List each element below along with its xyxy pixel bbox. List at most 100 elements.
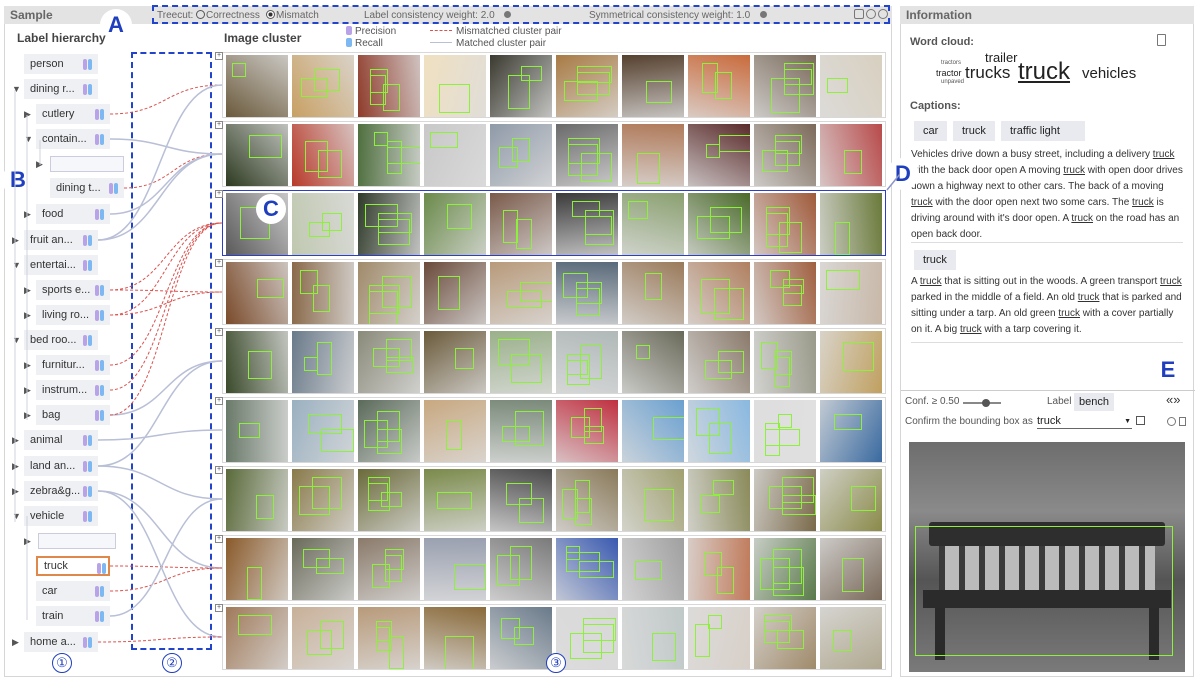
bounding-box[interactable] [702, 63, 718, 93]
expand-row-icon[interactable]: + [215, 535, 223, 543]
settings-icon[interactable] [878, 9, 888, 19]
bounding-box[interactable] [374, 132, 388, 146]
cluster-image[interactable] [688, 538, 750, 600]
tree-node[interactable]: truck [36, 556, 110, 576]
cluster-image[interactable] [490, 469, 552, 531]
bounding-box[interactable] [317, 342, 332, 375]
cluster-image[interactable] [292, 607, 354, 669]
bounding-box[interactable] [368, 483, 388, 501]
cluster-image[interactable] [490, 124, 552, 186]
bounding-box[interactable] [256, 495, 274, 519]
tree-node[interactable]: contain... [36, 129, 110, 149]
bounding-box[interactable] [257, 279, 284, 298]
expand-row-icon[interactable]: + [215, 190, 223, 198]
tree-node[interactable]: bed roo... [24, 330, 98, 350]
confirm-select[interactable]: truck ▼ [1037, 414, 1132, 429]
cluster-image[interactable] [424, 469, 486, 531]
trash-icon[interactable] [1179, 417, 1186, 426]
collapsed-group-node[interactable] [38, 533, 116, 549]
bounding-box[interactable] [520, 282, 552, 302]
cluster-image[interactable] [688, 124, 750, 186]
bounding-box[interactable] [653, 417, 684, 440]
cluster-image[interactable] [424, 55, 486, 117]
trash-icon[interactable] [1157, 34, 1166, 46]
cluster-image[interactable] [490, 400, 552, 462]
bounding-box[interactable] [773, 549, 802, 584]
tree-node[interactable]: entertai... [24, 255, 98, 275]
cluster-image[interactable] [358, 400, 420, 462]
bounding-box[interactable] [312, 477, 342, 509]
cluster-image[interactable] [688, 469, 750, 531]
confidence-slider[interactable] [963, 399, 1001, 407]
cluster-image[interactable] [556, 331, 618, 393]
bounding-box[interactable] [778, 414, 792, 428]
tree-node[interactable]: cutlery [36, 104, 110, 124]
cluster-image[interactable] [820, 469, 882, 531]
bounding-box[interactable] [303, 549, 330, 568]
cluster-image[interactable] [226, 331, 288, 393]
bounding-box[interactable] [833, 630, 852, 651]
cluster-image[interactable] [754, 262, 816, 324]
cluster-image[interactable] [820, 124, 882, 186]
bounding-box[interactable] [455, 348, 474, 369]
tree-node[interactable]: fruit an... [24, 230, 98, 250]
tree-node[interactable]: vehicle [24, 506, 98, 526]
bounding-box[interactable] [843, 342, 874, 371]
radio-icon[interactable] [196, 10, 205, 19]
image-cluster-row[interactable]: + [215, 190, 886, 256]
image-cluster-row[interactable]: + [215, 259, 886, 325]
bounding-box[interactable] [645, 273, 662, 300]
bounding-box[interactable] [766, 213, 788, 247]
bounding-box[interactable] [826, 270, 860, 290]
bounding-box[interactable] [248, 351, 272, 379]
tree-node[interactable]: land an... [24, 456, 98, 476]
cluster-image[interactable] [358, 193, 420, 255]
cluster-image[interactable] [490, 262, 552, 324]
expand-triangle-icon[interactable]: ▶ [12, 456, 19, 476]
tree-node[interactable]: person [24, 54, 98, 74]
cluster-image[interactable] [622, 55, 684, 117]
checkbox-confirm-icon[interactable] [1136, 416, 1145, 425]
bounding-box[interactable] [502, 426, 530, 442]
bounding-box[interactable] [709, 423, 732, 454]
cluster-image[interactable] [226, 538, 288, 600]
bounding-box[interactable] [572, 201, 600, 217]
expand-triangle-icon[interactable]: ▶ [12, 481, 19, 501]
cluster-image[interactable] [358, 55, 420, 117]
bounding-box[interactable] [516, 219, 532, 249]
bounding-box[interactable] [232, 63, 246, 77]
label-weight-slider[interactable] [504, 8, 511, 23]
bounding-box[interactable] [249, 135, 282, 158]
bounding-box[interactable] [377, 411, 400, 442]
cluster-image[interactable] [292, 538, 354, 600]
expand-row-icon[interactable]: + [215, 466, 223, 474]
bounding-box[interactable] [512, 138, 530, 162]
bounding-box[interactable] [304, 357, 318, 371]
bounding-box[interactable] [576, 288, 600, 316]
bounding-box[interactable] [585, 216, 612, 235]
bounding-box[interactable] [521, 66, 542, 81]
bounding-box[interactable] [322, 213, 342, 231]
bounding-box[interactable] [701, 279, 730, 314]
cluster-image[interactable] [556, 262, 618, 324]
slider-knob[interactable] [981, 399, 990, 407]
bounding-box[interactable] [782, 477, 814, 503]
bounding-box[interactable] [583, 624, 614, 653]
cluster-image[interactable] [622, 400, 684, 462]
bounding-box[interactable] [706, 144, 720, 158]
caption-tag[interactable]: truck [953, 121, 995, 141]
bounding-box[interactable] [438, 276, 460, 310]
bounding-box[interactable] [775, 141, 800, 166]
bounding-box[interactable] [784, 69, 812, 85]
cluster-image[interactable] [622, 538, 684, 600]
bounding-box[interactable] [710, 207, 742, 233]
tree-node[interactable]: instrum... [36, 380, 110, 400]
bounding-box[interactable] [321, 429, 354, 452]
cluster-image[interactable] [424, 262, 486, 324]
cluster-image[interactable] [490, 538, 552, 600]
cluster-image[interactable] [556, 55, 618, 117]
refresh-icon[interactable] [866, 9, 876, 19]
cluster-image[interactable] [556, 400, 618, 462]
expand-triangle-icon[interactable]: ▶ [12, 430, 19, 450]
expand-row-icon[interactable]: + [215, 121, 223, 129]
